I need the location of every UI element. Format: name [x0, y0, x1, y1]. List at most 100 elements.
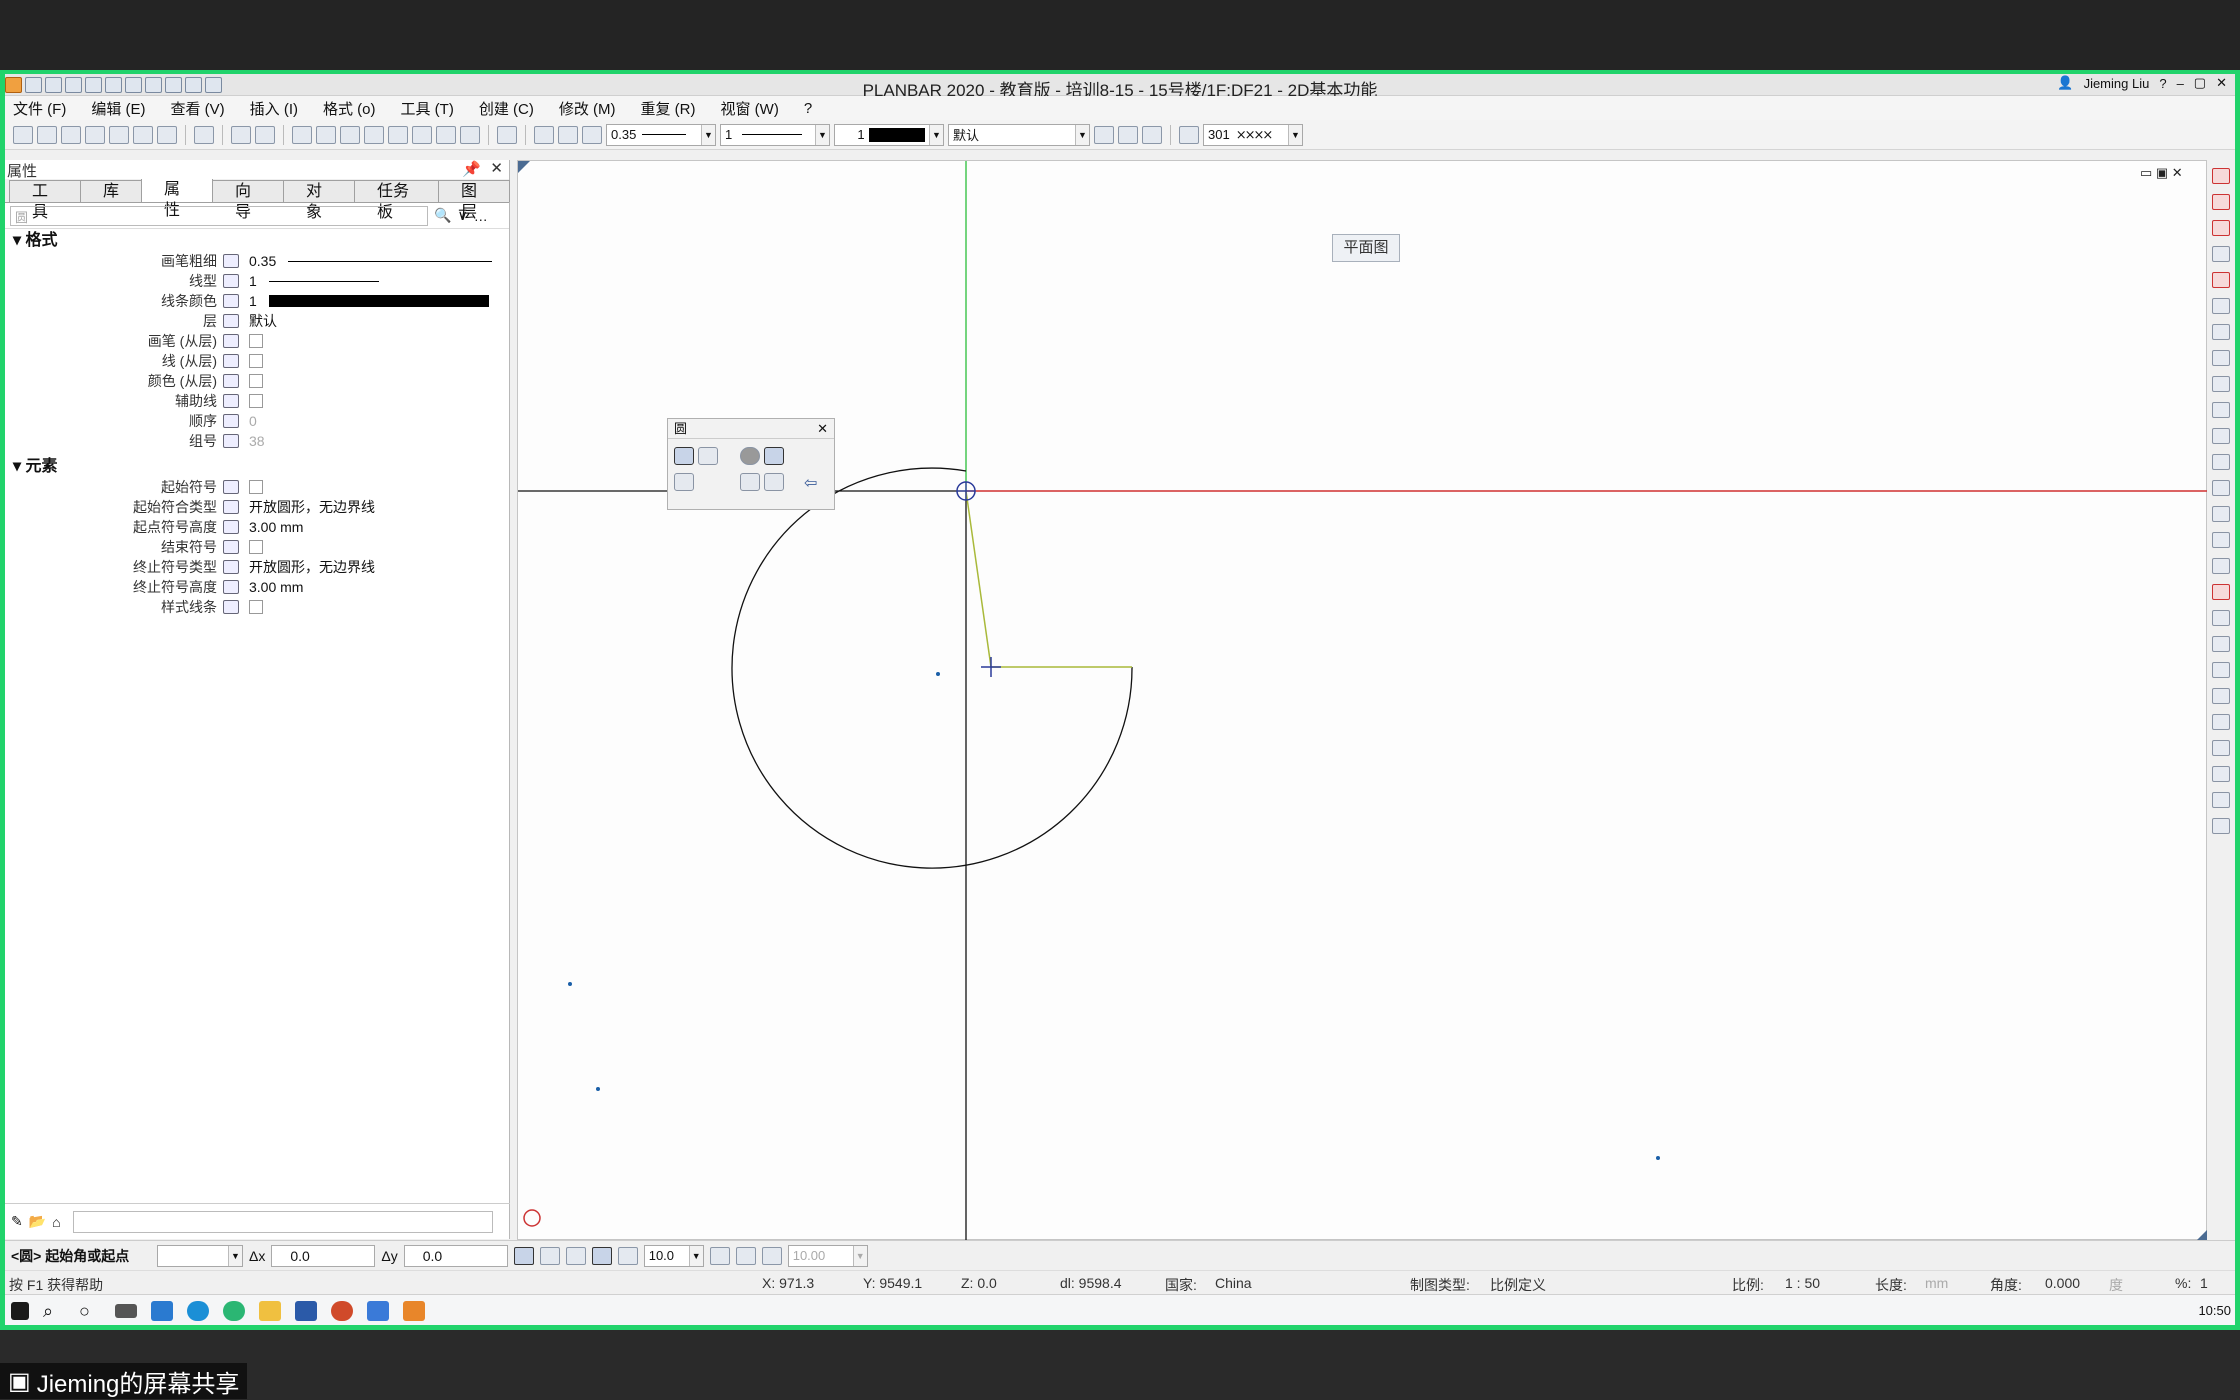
point-snap-icon[interactable]: [513, 1246, 534, 1265]
group-number-row[interactable]: 组号 38: [5, 431, 509, 451]
help-icon[interactable]: ?: [2159, 76, 2166, 91]
layer-stack-icon[interactable]: [1094, 125, 1114, 144]
filter-layer-icon[interactable]: [2212, 688, 2230, 704]
pen-properties-icon[interactable]: [2212, 610, 2230, 626]
redo-icon[interactable]: [255, 125, 275, 144]
construction-line-row[interactable]: 辅助线: [5, 391, 509, 411]
circle-center-radius-icon[interactable]: [674, 447, 694, 465]
tab-tools[interactable]: 工具: [9, 180, 81, 221]
property-checkbox[interactable]: [249, 374, 263, 388]
tab-layers[interactable]: 图层: [438, 180, 510, 221]
layer-row[interactable]: 层 默认: [5, 311, 509, 331]
filter-icon[interactable]: [2212, 662, 2230, 678]
property-checkbox[interactable]: [249, 354, 263, 368]
format-painter-icon[interactable]: [534, 125, 554, 144]
color-select[interactable]: 1 ▼: [834, 123, 944, 146]
delete-x-icon[interactable]: [2212, 584, 2230, 600]
line-properties-icon[interactable]: [2212, 636, 2230, 652]
arc-three-points-icon[interactable]: [764, 447, 784, 465]
status-drawing-type[interactable]: 比例定义: [1490, 1275, 1546, 1295]
minimize-button[interactable]: –: [2177, 76, 2184, 91]
end-symbol-type-row[interactable]: 终止符号类型 开放圆形，无边界线: [5, 557, 509, 577]
window-icon[interactable]: [436, 125, 456, 144]
dx-input[interactable]: 0.0: [271, 1244, 376, 1267]
duplicate-icon[interactable]: [2212, 350, 2230, 366]
menu-help[interactable]: ?: [804, 100, 812, 117]
property-checkbox[interactable]: [249, 480, 263, 494]
tab-taskboard[interactable]: 任务板: [354, 180, 439, 221]
style-icon[interactable]: [1179, 125, 1199, 144]
menu-edit[interactable]: 编辑 (E): [91, 98, 145, 119]
undo-icon[interactable]: [231, 125, 251, 144]
folder-open-icon[interactable]: 📂: [29, 1213, 46, 1230]
delete-pen-icon[interactable]: [2212, 168, 2230, 184]
menu-view[interactable]: 查看 (V): [171, 98, 225, 119]
stretch-icon[interactable]: [2212, 298, 2230, 314]
menu-modify[interactable]: 修改 (M): [559, 98, 616, 119]
mirror-icon[interactable]: [2212, 246, 2230, 262]
pipette-icon[interactable]: [582, 125, 602, 144]
tab-library[interactable]: 库: [80, 180, 143, 202]
export-icon[interactable]: [133, 125, 153, 144]
intersection-snap-icon[interactable]: [539, 1246, 560, 1265]
close-button[interactable]: ✕: [2216, 75, 2227, 91]
start-symbol-row[interactable]: 起始符号: [5, 477, 509, 497]
grid-value-select[interactable]: 10.00 ▼: [787, 1244, 868, 1267]
drawing-canvas[interactable]: ▭ ▣ ✕: [517, 160, 2208, 1241]
property-value[interactable]: 0.35: [249, 253, 276, 269]
extend-icon[interactable]: [2212, 428, 2230, 444]
property-value[interactable]: 3.00 mm: [249, 579, 303, 595]
dimension-icon[interactable]: [316, 125, 336, 144]
midpoint-snap-icon[interactable]: [565, 1246, 586, 1265]
planbar-taskbar-icon[interactable]: [403, 1300, 425, 1321]
status-scale[interactable]: 1 : 50: [1785, 1275, 1820, 1291]
object-filter-select[interactable]: 圆: [10, 205, 428, 226]
menu-tools[interactable]: 工具 (T): [401, 98, 454, 119]
tab-properties[interactable]: 属性: [141, 178, 214, 219]
cut-icon[interactable]: [364, 125, 384, 144]
favorites-select[interactable]: [72, 1210, 493, 1233]
maximize-button[interactable]: ▢: [2194, 75, 2206, 91]
status-angle-unit[interactable]: 度: [2109, 1275, 2123, 1295]
start-symbol-type-row[interactable]: 起始符合类型 开放圆形，无边界线: [5, 497, 509, 517]
property-checkbox[interactable]: [249, 394, 263, 408]
pin-icon[interactable]: 📌: [462, 160, 481, 178]
back-arrow-icon[interactable]: ⇦: [804, 473, 824, 492]
pipette-icon[interactable]: ✎: [11, 1213, 23, 1230]
file-explorer-icon[interactable]: [259, 1300, 281, 1321]
order-row[interactable]: 顺序 0: [5, 411, 509, 431]
end-symbol-height-row[interactable]: 终止符号高度 3.00 mm: [5, 577, 509, 597]
property-value[interactable]: 开放圆形，无边界线: [249, 497, 375, 517]
tangent-circle-icon[interactable]: [674, 473, 694, 491]
property-value[interactable]: 默认: [249, 311, 277, 331]
menu-format[interactable]: 格式 (o): [323, 98, 376, 119]
photos-icon[interactable]: [367, 1300, 389, 1321]
input-options-icon[interactable]: [709, 1246, 730, 1265]
tab-objects[interactable]: 对象: [283, 180, 356, 221]
image-icon[interactable]: [194, 125, 214, 144]
modify-icon[interactable]: [2212, 194, 2230, 210]
copy-move-icon[interactable]: [2212, 220, 2230, 236]
task-view-icon[interactable]: [115, 1303, 137, 1318]
chat-icon[interactable]: [223, 1300, 245, 1321]
powerpoint-icon[interactable]: [331, 1300, 353, 1321]
property-checkbox[interactable]: [249, 540, 263, 554]
fillet-icon[interactable]: [2212, 454, 2230, 470]
circle-two-points-icon[interactable]: [698, 447, 718, 465]
measure-icon[interactable]: [292, 125, 312, 144]
angle-input-icon[interactable]: [761, 1246, 782, 1265]
favorite-icon[interactable]: ⌂: [52, 1214, 60, 1230]
offset-icon[interactable]: [2212, 376, 2230, 392]
funnel-icon[interactable]: [2212, 792, 2230, 808]
format-section-title[interactable]: ▾ 格式: [5, 231, 509, 251]
property-value[interactable]: 1: [249, 293, 257, 309]
comment-icon[interactable]: [157, 125, 177, 144]
layer-filter-icon[interactable]: [1118, 125, 1138, 144]
filter-icon[interactable]: ⊽: [457, 207, 467, 224]
filter-text-icon[interactable]: [2212, 740, 2230, 756]
line-from-layer-row[interactable]: 线 (从层): [5, 351, 509, 371]
property-value[interactable]: 38: [249, 433, 265, 449]
status-percent[interactable]: 1: [2200, 1275, 2208, 1291]
ucs-origin-icon[interactable]: [523, 1209, 541, 1227]
menu-insert[interactable]: 插入 (I): [250, 98, 298, 119]
